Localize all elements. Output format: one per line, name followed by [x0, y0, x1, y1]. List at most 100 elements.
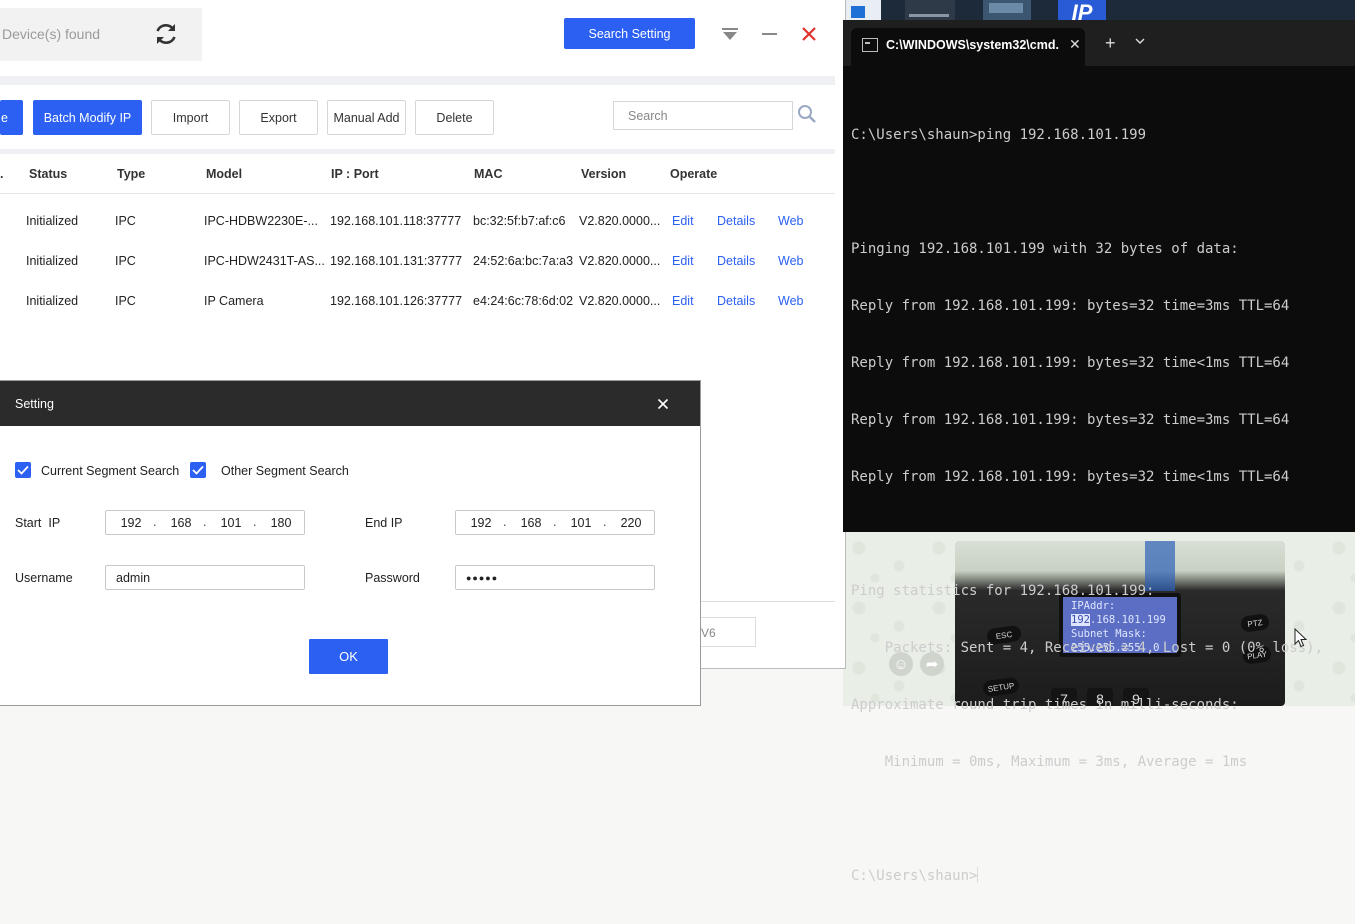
terminal-line: Reply from 192.168.101.199: bytes=32 tim…: [851, 298, 1290, 314]
filter-icon[interactable]: [722, 28, 738, 40]
refresh-icon[interactable]: [153, 21, 179, 47]
cell-model: IP Camera: [204, 294, 264, 308]
manual-add-button[interactable]: Manual Add: [327, 100, 406, 135]
other-segment-checkbox[interactable]: [190, 462, 206, 478]
batch-modify-ip-button[interactable]: Batch Modify IP: [33, 100, 142, 135]
table-row[interactable]: Initialized IPC IPC-HDBW2230E-... 192.16…: [0, 201, 835, 241]
ip-octet[interactable]: 168: [163, 516, 199, 530]
cell-version: V2.820.0000...: [579, 254, 661, 268]
divider: [0, 149, 835, 154]
ip-octet[interactable]: 101: [563, 516, 599, 530]
ip-dot: .: [253, 515, 257, 529]
col-type[interactable]: Type: [117, 167, 145, 181]
ip-octet[interactable]: 192: [113, 516, 149, 530]
desktop-thumbnail[interactable]: [905, 0, 955, 20]
current-segment-label: Current Segment Search: [41, 464, 180, 478]
end-ip-input[interactable]: 192 . 168 . 101 . 220: [455, 510, 655, 535]
terminal-line: Reply from 192.168.101.199: bytes=32 tim…: [851, 469, 1290, 485]
web-link[interactable]: Web: [778, 214, 803, 228]
col-version[interactable]: Version: [581, 167, 626, 181]
table-row[interactable]: Initialized IPC IP Camera 192.168.101.12…: [0, 281, 835, 321]
minimize-icon[interactable]: [762, 33, 777, 35]
username-input[interactable]: admin: [105, 565, 305, 590]
desktop-thumbnail[interactable]: [983, 0, 1031, 20]
terminal-output[interactable]: C:\Users\shaun>ping 192.168.101.199 Ping…: [851, 88, 1355, 924]
edit-link[interactable]: Edit: [672, 254, 694, 268]
ip-octet[interactable]: 180: [263, 516, 299, 530]
web-link[interactable]: Web: [778, 254, 803, 268]
cmd-terminal-window[interactable]: C:\WINDOWS\system32\cmd. ✕ + C:\Users\sh…: [843, 20, 1355, 884]
ip-logo-thumbnail[interactable]: IP: [1058, 0, 1106, 20]
password-input[interactable]: ●●●●●: [455, 565, 655, 590]
cell-mac: e4:24:6c:78:6d:02: [473, 294, 574, 308]
close-icon[interactable]: [801, 26, 817, 42]
desktop-thumbnail[interactable]: [845, 0, 881, 20]
cell-status: Initialized: [26, 294, 79, 308]
delete-button[interactable]: Delete: [415, 100, 494, 135]
details-link[interactable]: Details: [717, 254, 755, 268]
col-mac[interactable]: MAC: [474, 167, 502, 181]
dialog-close-icon[interactable]: [657, 398, 669, 410]
terminal-prompt: C:\Users\shaun>: [851, 868, 978, 884]
toolbar-button-partial[interactable]: e: [0, 100, 23, 135]
divider: [0, 76, 835, 85]
start-ip-input[interactable]: 192 . 168 . 101 . 180: [105, 510, 305, 535]
search-setting-button[interactable]: Search Setting: [564, 18, 695, 49]
details-link[interactable]: Details: [717, 214, 755, 228]
terminal-line: Minimum = 0ms, Maximum = 3ms, Average = …: [851, 754, 1248, 770]
chevron-down-icon[interactable]: [1135, 36, 1145, 46]
details-link[interactable]: Details: [717, 294, 755, 308]
search-icon[interactable]: [797, 104, 817, 124]
col-operate: Operate: [670, 167, 718, 181]
import-button[interactable]: Import: [151, 100, 230, 135]
ip-dot: .: [553, 515, 557, 529]
export-button[interactable]: Export: [239, 100, 318, 135]
cell-ip-port: 192.168.101.126:37777: [330, 294, 463, 308]
search-input[interactable]: Search: [613, 101, 793, 130]
cell-version: V2.820.0000...: [579, 214, 661, 228]
devices-found-label: Device(s) found: [2, 26, 101, 42]
edit-link[interactable]: Edit: [672, 214, 694, 228]
ip-octet[interactable]: 220: [613, 516, 649, 530]
terminal-line: Pinging 192.168.101.199 with 32 bytes of…: [851, 241, 1239, 257]
ip-octet[interactable]: 168: [513, 516, 549, 530]
terminal-prompt-line[interactable]: C:\Users\shaun>: [851, 867, 1355, 886]
cell-model: IPC-HDBW2230E-...: [204, 214, 318, 228]
ip-dot: .: [603, 515, 607, 529]
dialog-header: [0, 381, 700, 426]
mouse-cursor-icon: [1294, 628, 1308, 648]
ip-dot: .: [503, 515, 507, 529]
table-row[interactable]: Initialized IPC IPC-HDW2431T-AS... 192.1…: [0, 241, 835, 281]
terminal-tab[interactable]: C:\WINDOWS\system32\cmd. ✕: [851, 28, 1085, 66]
password-label: Password: [365, 571, 420, 585]
new-tab-icon[interactable]: +: [1105, 33, 1116, 54]
terminal-line: Ping statistics for 192.168.101.199:: [851, 583, 1155, 599]
web-link[interactable]: Web: [778, 294, 803, 308]
cell-status: Initialized: [26, 214, 79, 228]
col-model[interactable]: Model: [206, 167, 242, 181]
ip-octet[interactable]: 192: [463, 516, 499, 530]
cmd-icon: [862, 38, 878, 52]
end-ip-label: End IP: [365, 516, 403, 530]
col-status[interactable]: Status: [29, 167, 67, 181]
edit-link[interactable]: Edit: [672, 294, 694, 308]
divider: [700, 601, 835, 602]
ip-octet[interactable]: 101: [213, 516, 249, 530]
tab-close-icon[interactable]: ✕: [1069, 36, 1081, 53]
cell-type: IPC: [115, 214, 136, 228]
cell-version: V2.820.0000...: [579, 294, 661, 308]
terminal-tab-title: C:\WINDOWS\system32\cmd.: [886, 38, 1059, 52]
cell-mac: bc:32:5f:b7:af:c6: [473, 214, 566, 228]
col-ip-port[interactable]: IP : Port: [331, 167, 379, 181]
terminal-line: Reply from 192.168.101.199: bytes=32 tim…: [851, 412, 1290, 428]
checkmark-icon: [192, 465, 204, 475]
cell-ip-port: 192.168.101.131:37777: [330, 254, 463, 268]
col-no[interactable]: .: [0, 167, 3, 181]
footer-partial-text: V6: [701, 626, 716, 640]
cell-type: IPC: [115, 294, 136, 308]
current-segment-checkbox[interactable]: [15, 462, 31, 478]
ok-button[interactable]: OK: [309, 639, 388, 674]
